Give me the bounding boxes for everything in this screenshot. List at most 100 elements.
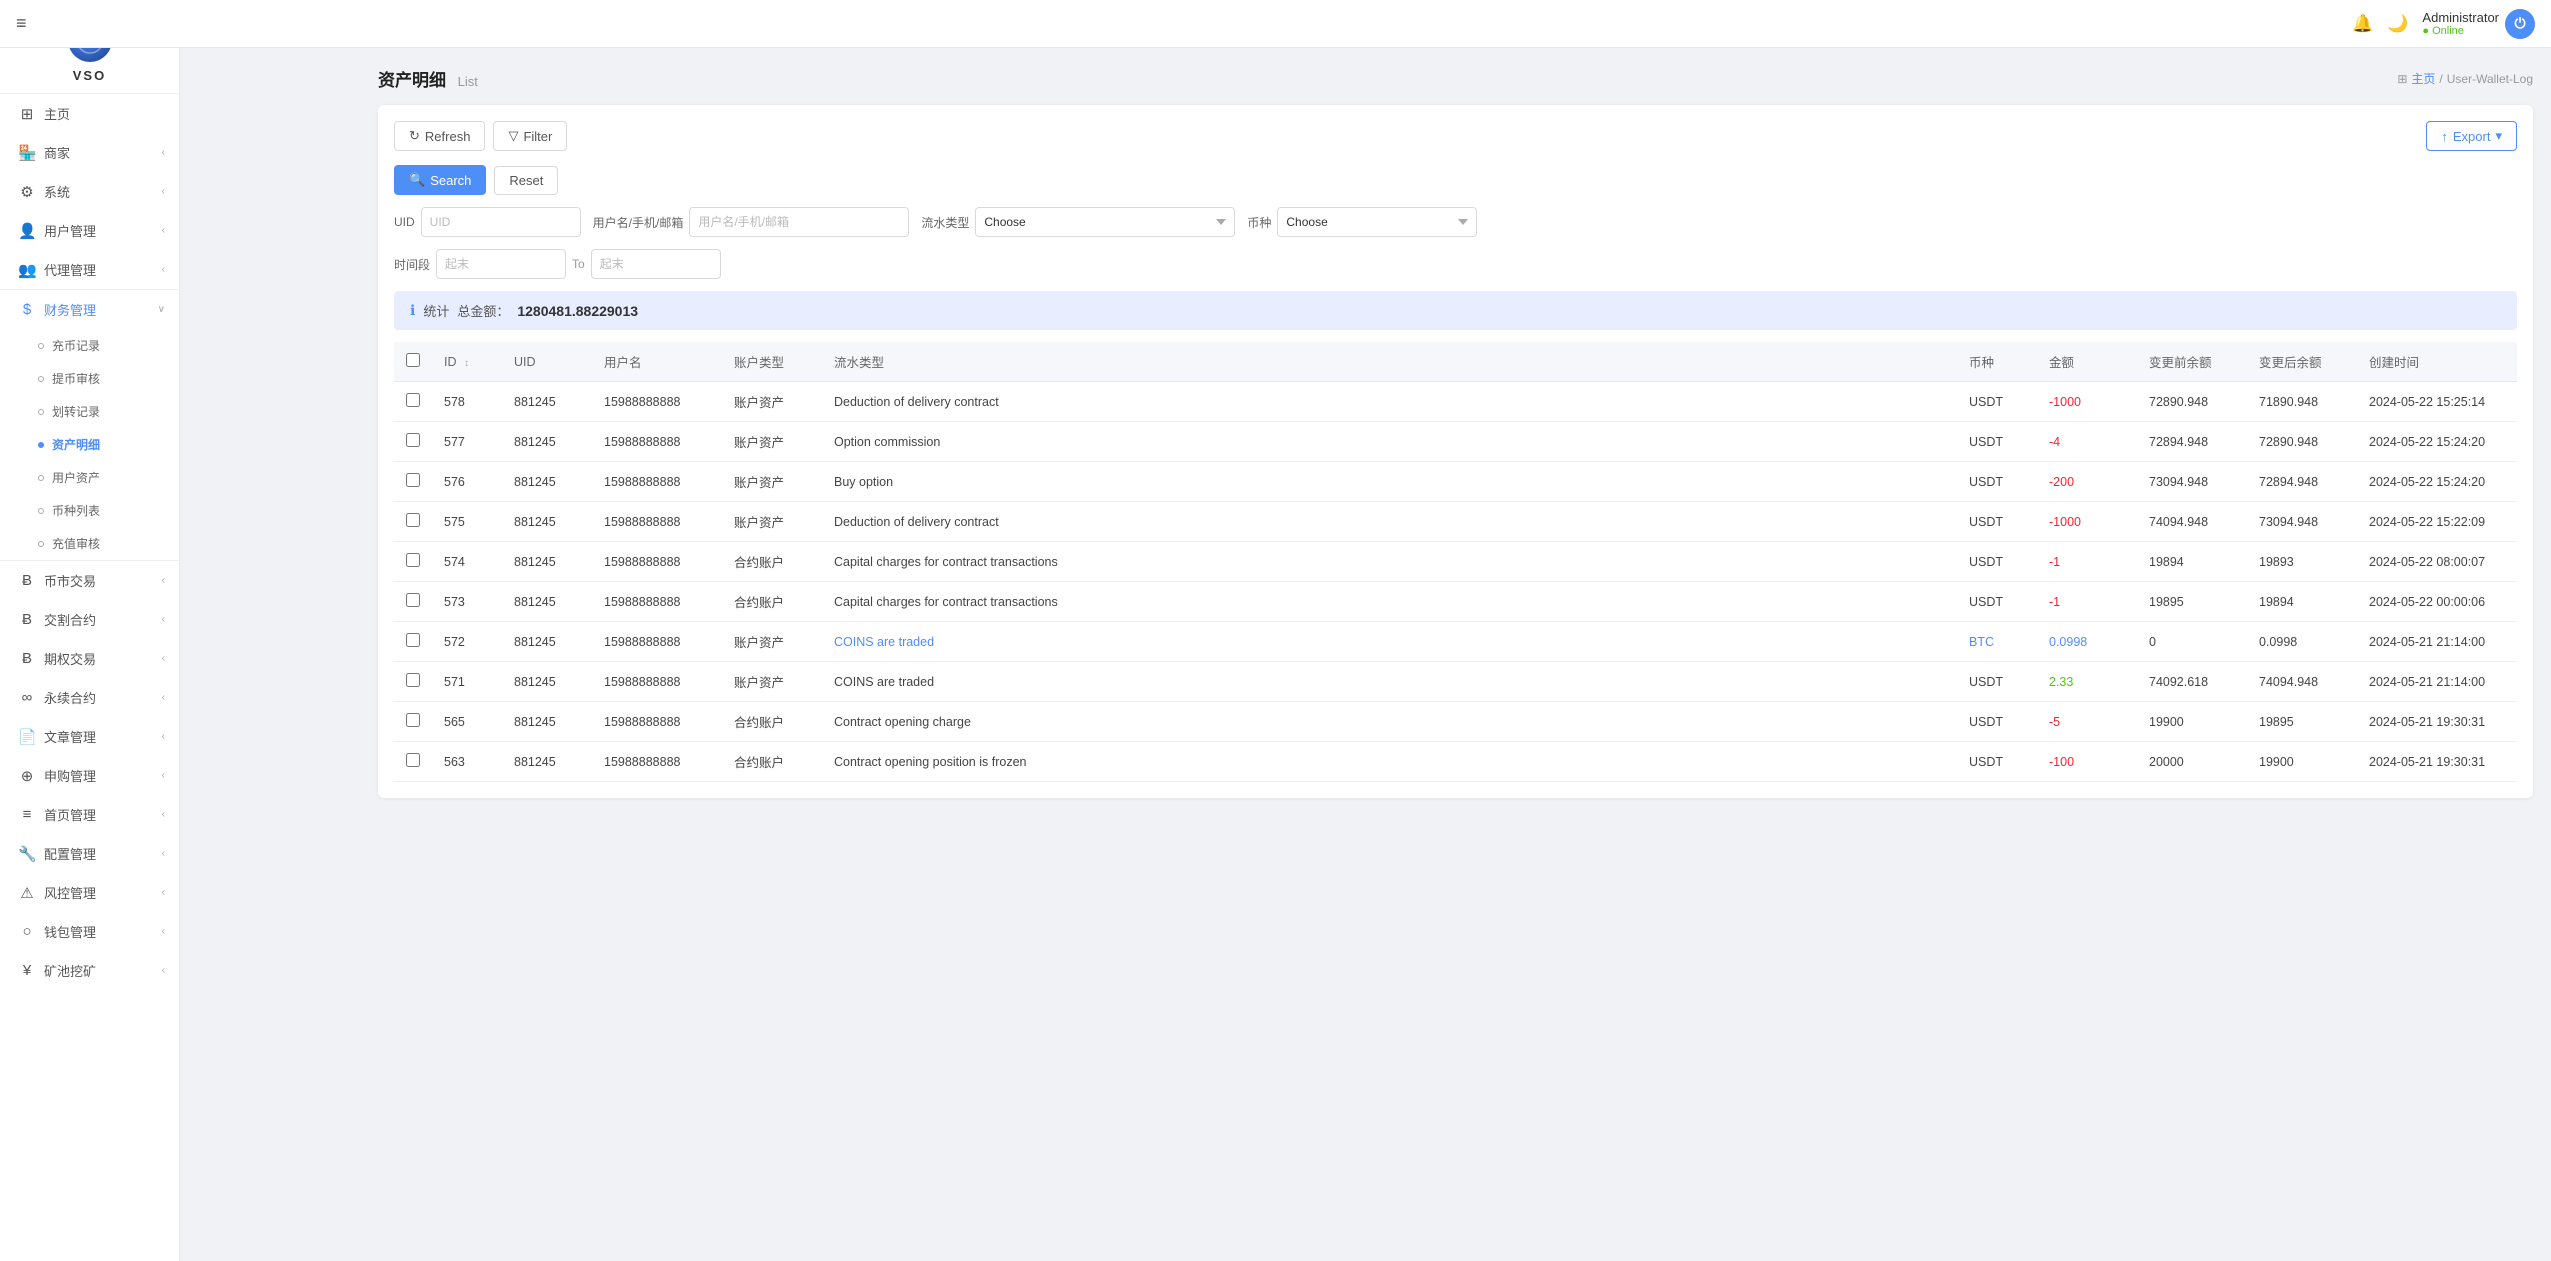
sidebar-item-perpetual[interactable]: ∞ 永续合约 ‹ (0, 678, 179, 717)
row-checkbox-4[interactable] (406, 553, 420, 567)
finance-icon: $ (18, 301, 36, 318)
row-checkbox-6[interactable] (406, 633, 420, 647)
sidebar-item-system[interactable]: ⚙ 系统 ‹ (0, 172, 179, 211)
wallet-arrow-icon: ‹ (162, 926, 165, 937)
notification-icon[interactable]: 🔔 (2352, 14, 2373, 34)
sidebar-item-mining[interactable]: ¥ 矿池挖矿 ‹ (0, 951, 179, 990)
stats-total-label: 总金额： (457, 301, 509, 320)
cell-flow-type: Contract opening charge (822, 702, 1957, 742)
cell-amount: -4 (2037, 422, 2137, 462)
theme-toggle-icon[interactable]: 🌙 (2387, 14, 2408, 34)
dot-icon-4 (38, 442, 44, 448)
search-label: Search (430, 173, 471, 188)
sidebar-item-coin-exchange[interactable]: Ƀ 币市交易 ‹ (0, 561, 179, 600)
row-checkbox-8[interactable] (406, 713, 420, 727)
cell-coin: USDT (1957, 582, 2037, 622)
sidebar-item-article[interactable]: 📄 文章管理 ‹ (0, 717, 179, 756)
sidebar-item-user-management[interactable]: 👤 用户管理 ‹ (0, 211, 179, 250)
header-username: 用户名 (592, 342, 722, 382)
cell-username: 15988888888 (592, 422, 722, 462)
cell-uid: 881245 (502, 742, 592, 782)
select-all-checkbox[interactable] (406, 353, 420, 367)
sidebar-sub-asset-detail[interactable]: 资产明细 (0, 428, 179, 461)
header-before: 变更前余额 (2137, 342, 2247, 382)
futures-arrow-icon: ‹ (162, 653, 165, 664)
sidebar-item-contract[interactable]: Ƀ 交割合约 ‹ (0, 600, 179, 639)
row-checkbox-1[interactable] (406, 433, 420, 447)
sidebar-item-merchant[interactable]: 🏪 商家 ‹ (0, 133, 179, 172)
cell-after-balance: 73094.948 (2247, 502, 2357, 542)
topbar-left: ≡ (16, 13, 27, 34)
action-bar: 🔍 Search Reset (394, 165, 558, 195)
dot-icon-6 (38, 508, 44, 514)
sidebar-item-config[interactable]: 🔧 配置管理 ‹ (0, 834, 179, 873)
cell-amount: -100 (2037, 742, 2137, 782)
sidebar-sub-user-asset[interactable]: 用户资产 (0, 461, 179, 494)
username-input[interactable] (689, 207, 909, 237)
menu-toggle-icon[interactable]: ≡ (16, 13, 27, 34)
cell-id: 565 (432, 702, 502, 742)
header-uid: UID (502, 342, 592, 382)
header-amount: 金额 (2037, 342, 2137, 382)
row-checkbox-2[interactable] (406, 473, 420, 487)
logo-text: VSO (73, 68, 106, 83)
sidebar-item-risk[interactable]: ⚠ 风控管理 ‹ (0, 873, 179, 912)
row-checkbox-5[interactable] (406, 593, 420, 607)
breadcrumb-home-link[interactable]: 主页 (2411, 70, 2435, 87)
cell-uid: 881245 (502, 702, 592, 742)
cell-uid: 881245 (502, 542, 592, 582)
sidebar-item-finance-management[interactable]: $ 财务管理 ∨ (0, 290, 179, 329)
mining-icon: ¥ (18, 962, 36, 979)
config-arrow-icon: ‹ (162, 848, 165, 859)
search-button[interactable]: 🔍 Search (394, 165, 486, 195)
header-account-label: 账户类型 (734, 356, 784, 370)
header-id-label: ID (444, 355, 457, 369)
sidebar-item-agent-management[interactable]: 👥 代理管理 ‹ (0, 250, 179, 289)
cell-flow-type: COINS are traded (822, 662, 1957, 702)
cell-before-balance: 73094.948 (2137, 462, 2247, 502)
export-icon: ↑ (2441, 129, 2448, 144)
system-icon: ⚙ (18, 183, 36, 201)
sidebar-sub-recharge-record[interactable]: 充币记录 (0, 329, 179, 362)
sidebar-sub-charge-review[interactable]: 充值审核 (0, 527, 179, 560)
row-checkbox-7[interactable] (406, 673, 420, 687)
time-to-input[interactable] (591, 249, 721, 279)
sidebar-sub-withdraw-review[interactable]: 提币审核 (0, 362, 179, 395)
cell-uid: 881245 (502, 662, 592, 702)
application-arrow-icon: ‹ (162, 770, 165, 781)
row-checkbox-3[interactable] (406, 513, 420, 527)
page-title-area: 资产明细 List (378, 66, 478, 91)
breadcrumb: ⊞ 主页 / User-Wallet-Log (2397, 70, 2533, 87)
coin-select[interactable]: Choose (1277, 207, 1477, 237)
row-checkbox-cell (394, 542, 432, 582)
sidebar-sub-transfer-record[interactable]: 划转记录 (0, 395, 179, 428)
refresh-button[interactable]: ↻ Refresh (394, 121, 485, 151)
stats-label: 统计 (423, 301, 449, 320)
sidebar-item-futures[interactable]: Ƀ 期权交易 ‹ (0, 639, 179, 678)
time-from-input[interactable] (436, 249, 566, 279)
export-button[interactable]: ↑ Export ▾ (2426, 121, 2517, 151)
cell-after-balance: 19894 (2247, 582, 2357, 622)
flow-type-select[interactable]: Choose (975, 207, 1235, 237)
filter-button[interactable]: ▽ Filter (493, 121, 567, 151)
cell-created-time: 2024-05-22 08:00:07 (2357, 542, 2517, 582)
filter-fields-row1: UID 用户名/手机/邮箱 流水类型 Choose 币种 Choose (394, 207, 2517, 237)
sidebar-sub-user-asset-label: 用户资产 (52, 469, 100, 486)
mining-arrow-icon: ‹ (162, 965, 165, 976)
reset-button[interactable]: Reset (494, 166, 558, 195)
topbar-user[interactable]: Administrator ● Online ⏻ (2422, 9, 2535, 39)
row-checkbox-0[interactable] (406, 393, 420, 407)
sidebar-item-futures-label: 期权交易 (44, 649, 96, 668)
cell-account-type: 账户资产 (722, 462, 822, 502)
sidebar-sub-coin-list[interactable]: 币种列表 (0, 494, 179, 527)
sort-icon[interactable]: ↕ (464, 358, 469, 369)
page-subtitle: List (458, 74, 478, 89)
uid-input[interactable] (421, 207, 581, 237)
sidebar-item-home-mgmt[interactable]: ≡ 首页管理 ‹ (0, 795, 179, 834)
home-mgmt-icon: ≡ (18, 806, 36, 823)
sidebar-item-home[interactable]: ⊞ 主页 (0, 94, 179, 133)
row-checkbox-9[interactable] (406, 753, 420, 767)
sidebar-item-application[interactable]: ⊕ 申购管理 ‹ (0, 756, 179, 795)
sidebar-item-wallet[interactable]: ○ 钱包管理 ‹ (0, 912, 179, 951)
system-arrow-icon: ‹ (162, 186, 165, 197)
